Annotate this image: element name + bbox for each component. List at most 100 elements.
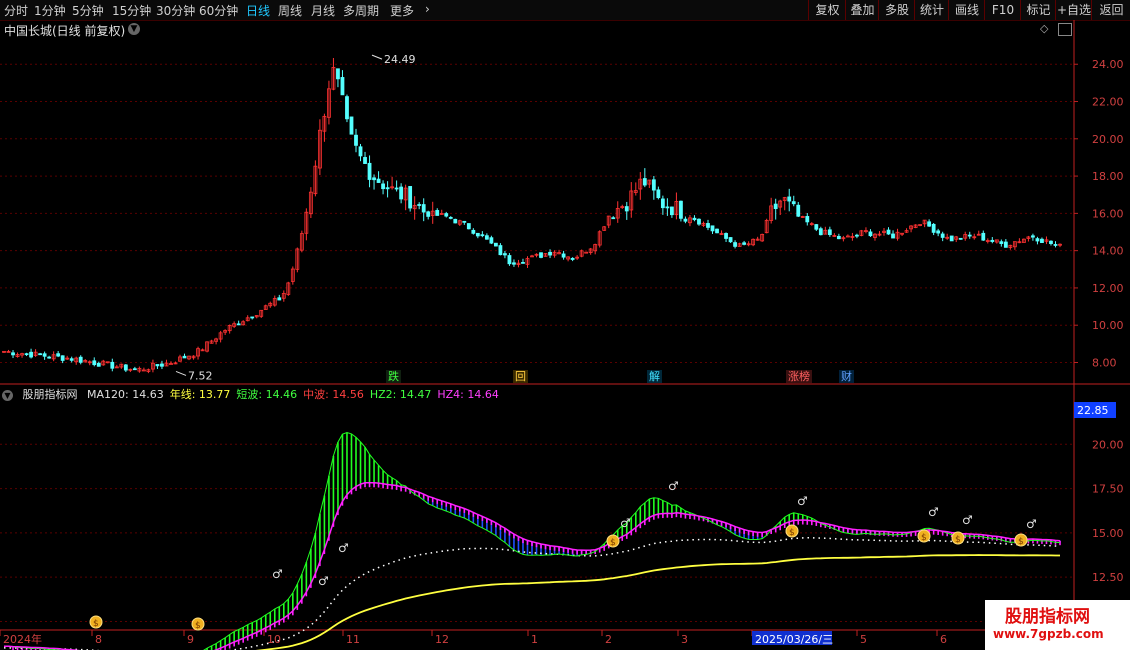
indicator-name: 股朋指标网 <box>22 388 78 401</box>
candle-body <box>706 223 710 228</box>
y-tick-main-4: 16.00 <box>1092 207 1124 220</box>
candle-body <box>981 232 986 241</box>
candle-body <box>733 242 737 247</box>
candle-body <box>250 316 255 319</box>
candle-body <box>651 179 656 191</box>
low-price-label: 7.52 <box>188 369 213 382</box>
candle-body <box>435 210 440 216</box>
kline-chart[interactable]: 24.0022.0020.0018.0016.0014.0012.0010.00… <box>0 0 1130 650</box>
y-tick-main-0: 24.00 <box>1092 58 1124 71</box>
candle-body <box>814 224 819 230</box>
candle-body <box>345 96 349 120</box>
money-bag-glyph: $ <box>921 533 927 543</box>
legend-item-4: HZ2: 14.47 <box>369 388 432 401</box>
male-symbol-icon: ♂ <box>668 479 679 493</box>
candle-body <box>453 218 458 224</box>
candle-body <box>656 189 661 199</box>
candle-body <box>236 323 241 326</box>
candle-body <box>1053 244 1058 246</box>
candle-body <box>394 187 399 190</box>
candle-body <box>958 237 963 240</box>
candle-body <box>11 352 15 356</box>
signal-marker-2: 解 <box>647 370 662 383</box>
candle-body <box>561 253 566 258</box>
candle-body <box>570 257 575 260</box>
candle-body <box>724 233 728 239</box>
male-symbol-icon: ♂ <box>928 505 939 519</box>
candle-body <box>381 183 385 190</box>
candle-body <box>498 245 503 256</box>
male-symbol-icon: ♂ <box>620 516 631 530</box>
current-price-label: 22.85 <box>1077 404 1109 417</box>
indicator-values: MA120: 14.63 年线: 13.77 短波: 14.46 中波: 14.56 H… <box>87 388 505 401</box>
candle-body <box>349 116 354 135</box>
candle-body <box>448 217 453 219</box>
candle-body <box>96 362 101 367</box>
candle-body <box>868 231 873 237</box>
y-tick-main-2: 20.00 <box>1092 133 1124 146</box>
candle-body <box>967 234 972 237</box>
male-symbol-icon: ♂ <box>318 574 329 588</box>
money-bag-glyph: $ <box>195 621 201 631</box>
candle-body <box>60 355 65 361</box>
x-label-6: 1 <box>531 633 538 646</box>
high-marker-line <box>371 54 383 60</box>
money-bag-glyph: $ <box>93 619 99 629</box>
low-marker-line <box>175 370 187 376</box>
signal-marker-4: 财 <box>839 370 854 383</box>
candle-body <box>110 361 115 369</box>
candle-body <box>642 178 647 186</box>
x-label-5: 12 <box>435 633 449 646</box>
money-bag-glyph: $ <box>1018 537 1024 547</box>
candle-body <box>277 297 282 301</box>
candle-body <box>417 204 422 206</box>
candle-body <box>697 218 701 225</box>
x-label-10: 5 <box>860 633 867 646</box>
x-label-7: 2 <box>605 633 612 646</box>
chevron-down-icon[interactable]: ▼ <box>2 389 13 401</box>
male-symbol-icon: ♂ <box>1026 517 1037 531</box>
y-tick-main-1: 22.00 <box>1092 96 1124 109</box>
candle-body <box>611 217 616 220</box>
candle-body <box>336 68 340 80</box>
candle-body <box>160 363 164 367</box>
y-tick-ind-1: 17.50 <box>1092 483 1124 496</box>
candle-body <box>426 211 431 217</box>
male-symbol-icon: ♂ <box>797 494 808 508</box>
candle-body <box>358 146 363 157</box>
candle-body <box>710 225 715 232</box>
candle-body <box>503 253 507 256</box>
watermark-name: 股朋指标网 <box>1005 607 1090 627</box>
candle-body <box>660 198 665 209</box>
candle-body <box>484 235 489 240</box>
candle-body <box>471 229 476 234</box>
candle-body <box>42 353 47 357</box>
y-tick-ind-2: 15.00 <box>1092 527 1124 540</box>
candle-body <box>475 232 480 237</box>
candle-body <box>827 229 832 236</box>
candle-body <box>512 262 516 265</box>
candle-body <box>990 239 995 242</box>
high-price-label: 24.49 <box>384 53 416 66</box>
candle-body <box>24 353 29 356</box>
candle-body <box>818 228 823 236</box>
candle-body <box>539 252 543 258</box>
y-tick-ind-3: 12.50 <box>1092 571 1124 584</box>
signal-marker-0: 跌 <box>386 370 401 383</box>
candle-body <box>354 134 358 146</box>
candle-body <box>507 255 512 265</box>
candle-body <box>940 233 945 238</box>
candle-body <box>132 368 137 371</box>
candle-body <box>669 206 674 216</box>
candle-body <box>1035 238 1040 242</box>
candle-body <box>29 351 33 358</box>
signal-marker-1: 回 <box>513 370 528 383</box>
candle-body <box>728 237 733 243</box>
money-bag-glyph: $ <box>789 528 795 538</box>
candle-body <box>408 186 413 209</box>
x-label-1: 8 <box>95 633 102 646</box>
candle-body <box>340 77 345 96</box>
candle-body <box>367 162 372 180</box>
watermark-url: www.7gpzb.com <box>993 627 1104 641</box>
candle-body <box>796 204 801 217</box>
